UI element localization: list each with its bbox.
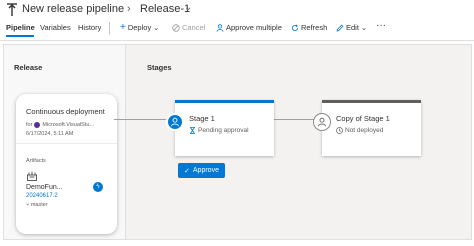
requested-by: Microsoft.VisualStu... [42,122,94,128]
chevron-down-icon[interactable]: ⌄ [184,2,192,13]
edit-button[interactable]: Edit ⌄ [336,23,367,32]
release-pipeline-icon [7,3,17,16]
toolbar-divider-line [0,40,474,41]
artifacts-label: Artifacts [26,158,46,164]
deploy-label: Deploy [127,23,152,32]
approve-multiple-label: Approve multiple [226,23,282,32]
more-options-icon[interactable]: ··· [376,20,386,31]
release-column: Release Continuous deployment for Micros… [4,45,126,239]
clock-icon [336,127,343,134]
approve-label: Approve [192,167,219,174]
approve-multiple-button[interactable]: Approve multiple [216,23,282,32]
stage-name: Copy of Stage 1 [336,114,390,123]
active-tab-indicator [6,35,34,37]
pipeline-title[interactable]: New release pipeline [22,3,124,15]
checkmark-icon: ✓ [184,167,190,175]
approver-icon[interactable] [166,113,184,131]
stage-card-stage-1[interactable]: Stage 1 Pending approval [166,100,274,156]
approver-icon[interactable] [313,113,331,131]
stage-card-copy-of-stage-1[interactable]: Copy of Stage 1 Not deployed [313,100,421,156]
connector-stage1-to-stage2 [274,119,314,120]
for-prefix: for [26,122,33,128]
stages-heading: Stages [147,63,172,72]
pencil-icon [336,24,344,32]
branch-icon: ⑂ [26,202,30,208]
artifact-version-link[interactable]: 20240617.2 [26,193,58,199]
lightning-icon[interactable]: ϟ [93,182,103,192]
stages-column: Stages Stage 1 Pending approval Copy of … [114,48,470,236]
edit-label: Edit [346,23,359,32]
cancel-label: Cancel [182,23,206,32]
breadcrumb-separator: › [127,3,131,15]
branch-name: master [30,202,48,208]
cancel-button[interactable]: Cancel [172,23,205,32]
approve-button[interactable]: ✓ Approve [178,163,225,178]
header-bar: New release pipeline › Release-1 ⌄ [0,0,474,20]
tab-history[interactable]: History [78,23,101,32]
trigger-title: Continuous deployment [26,107,105,116]
build-artifact-icon [27,171,37,181]
stage-status-text: Pending approval [198,127,249,134]
deploy-button[interactable]: + Deploy ⌄ [120,22,160,33]
requested-for: for Microsoft.VisualStu... [26,122,94,128]
refresh-icon [292,24,298,31]
refresh-button[interactable]: Refresh [291,23,327,32]
toolbar-divider [109,22,110,35]
hourglass-icon [190,127,195,134]
connector-release-to-stage1 [114,119,166,120]
stage-status-text: Not deployed [345,127,384,134]
artifact-branch: ⑂ master [26,202,48,208]
user-avatar-icon [34,122,41,128]
toolbar: Pipeline Variables History + Deploy ⌄ Ca… [0,18,474,40]
chevron-down-icon: ⌄ [153,24,160,32]
stage-status: Not deployed [336,127,383,134]
release-name[interactable]: Release-1 [140,3,190,15]
plus-icon: + [120,22,126,33]
release-heading: Release [14,63,43,72]
card-divider [16,143,117,144]
chevron-down-icon: ⌄ [360,24,367,32]
pipeline-canvas: Release Continuous deployment for Micros… [3,44,472,240]
tab-variables[interactable]: Variables [40,23,71,32]
artifact-name[interactable]: DemoFun... [26,184,63,191]
refresh-label: Refresh [301,23,328,32]
stage-name: Stage 1 [189,114,215,123]
release-card[interactable]: Continuous deployment for Microsoft.Visu… [16,94,117,234]
person-icon [216,23,224,32]
cancel-icon [172,23,180,32]
stage-status: Pending approval [189,127,249,134]
release-date: 6/17/2024, 5:11 AM [26,131,74,137]
tab-pipeline[interactable]: Pipeline [6,23,35,32]
